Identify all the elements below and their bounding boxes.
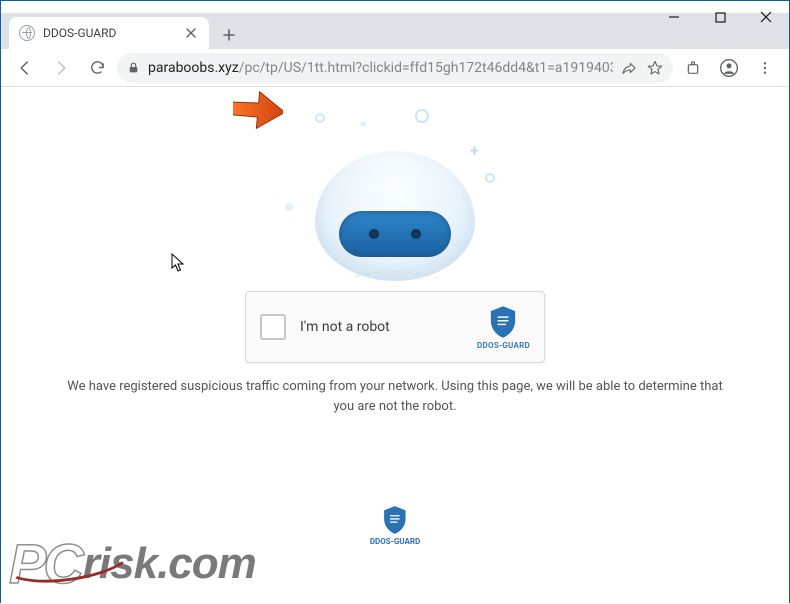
shield-icon (488, 305, 518, 339)
extensions-button[interactable] (677, 52, 709, 84)
lock-icon (127, 61, 140, 74)
window-controls (651, 1, 789, 45)
browser-toolbar: paraboobs.xyz/pc/tp/US/1tt.html?clickid=… (1, 49, 789, 87)
address-bar[interactable]: paraboobs.xyz/pc/tp/US/1tt.html?clickid=… (117, 53, 673, 83)
tab-title: DDOS-GUARD (43, 26, 175, 40)
captcha-box: I'm not a robot DDOS-GUARD (245, 291, 545, 363)
url-text: paraboobs.xyz/pc/tp/US/1tt.html?clickid=… (148, 60, 613, 76)
minimize-button[interactable] (651, 1, 697, 33)
url-host: paraboobs.xyz (148, 60, 239, 76)
tab-strip: DDOS-GUARD (1, 13, 789, 49)
url-path: /pc/tp/US/1tt.html?clickid=ffd15gh172t46… (239, 60, 613, 76)
back-button[interactable] (9, 52, 41, 84)
page-content: + I'm not a robot DDOS-GUARD We have reg… (1, 87, 789, 604)
captcha-brand-label: DDOS-GUARD (477, 341, 530, 350)
footer-brand: DDOS-GUARD (370, 505, 420, 546)
captcha-brand: DDOS-GUARD (477, 305, 530, 350)
footer-brand-label: DDOS-GUARD (370, 537, 420, 546)
captcha-label: I'm not a robot (300, 319, 463, 335)
shield-icon (382, 505, 408, 535)
globe-icon (19, 25, 35, 41)
maximize-button[interactable] (697, 1, 743, 33)
forward-button[interactable] (45, 52, 77, 84)
profile-button[interactable] (713, 52, 745, 84)
robot-illustration: + (275, 93, 515, 283)
share-icon[interactable] (621, 60, 637, 76)
menu-button[interactable] (749, 52, 781, 84)
reload-button[interactable] (81, 52, 113, 84)
notice-text: We have registered suspicious traffic co… (45, 377, 745, 416)
close-window-button[interactable] (743, 1, 789, 33)
bookmark-icon[interactable] (647, 60, 663, 76)
close-tab-icon[interactable] (183, 25, 199, 41)
captcha-checkbox[interactable] (260, 314, 286, 340)
browser-tab[interactable]: DDOS-GUARD (9, 17, 209, 49)
new-tab-button[interactable] (215, 21, 243, 49)
